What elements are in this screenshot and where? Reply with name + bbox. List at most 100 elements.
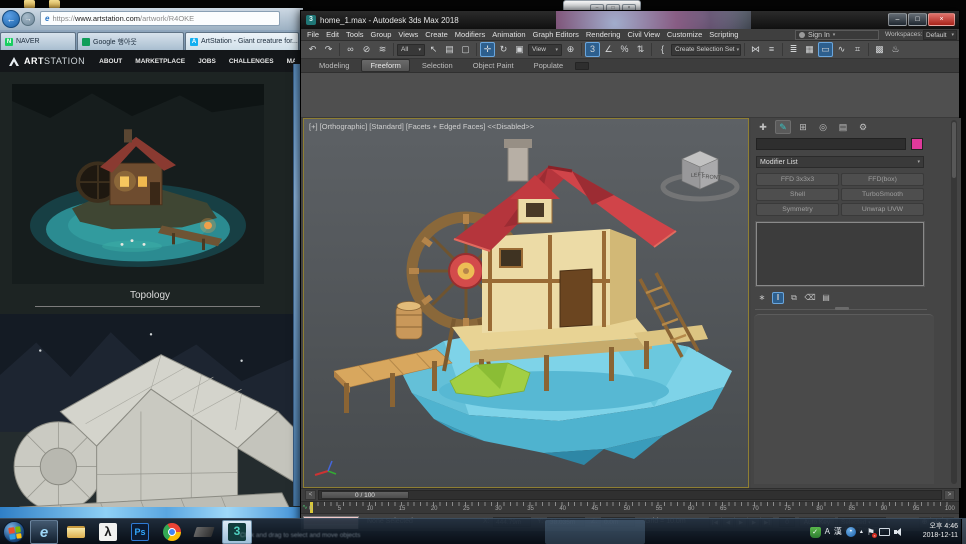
bind-spacewarp-icon[interactable]: ≋ — [375, 42, 390, 57]
menu-item[interactable]: Modifiers — [455, 30, 485, 39]
menu-item[interactable]: Animation — [492, 30, 525, 39]
back-button[interactable]: ← — [2, 10, 20, 28]
next-frame-button[interactable]: > — [944, 490, 955, 500]
menu-item[interactable]: Tools — [346, 30, 364, 39]
modifier-button[interactable]: Unwrap UVW — [841, 203, 924, 216]
modifier-button[interactable]: FFD(box) — [841, 173, 924, 186]
tray-clock[interactable]: 오후 4:46 2018-12-11 — [906, 522, 958, 540]
nav-item[interactable]: ABOUT — [99, 58, 122, 65]
time-slider-handle[interactable]: 0 / 100 — [321, 491, 409, 499]
configure-modifier-sets-icon[interactable]: ▤ — [820, 292, 832, 304]
object-color-swatch[interactable] — [911, 138, 923, 150]
address-bar[interactable]: e https://www.artstation.com/artwork/R4O… — [40, 11, 280, 26]
schematic-view-icon[interactable]: ⌗ — [850, 42, 865, 57]
topology-image[interactable] — [0, 314, 302, 518]
ime-hanja-icon[interactable]: 漢 — [834, 527, 842, 537]
ribbon-tab-freeform[interactable]: Freeform — [361, 59, 409, 72]
signin-button[interactable]: Sign In ▾ — [795, 30, 879, 40]
ime-settings-icon[interactable]: • — [846, 527, 856, 537]
menu-item[interactable]: Edit — [326, 30, 339, 39]
taskbar-ie-button[interactable]: e — [30, 520, 58, 544]
object-name-field[interactable] — [756, 138, 906, 150]
desktop-folder-icon[interactable] — [49, 0, 60, 8]
select-by-name-icon[interactable]: ▤ — [442, 42, 457, 57]
named-selection-sets-icon[interactable]: { — [655, 42, 670, 57]
use-pivot-center-icon[interactable]: ⊕ — [563, 42, 578, 57]
modifier-stack[interactable] — [756, 222, 924, 286]
ribbon-tab-modeling[interactable]: Modeling — [311, 60, 357, 71]
maximize-button[interactable]: □ — [908, 13, 927, 26]
hierarchy-tab-icon[interactable]: ⊞ — [795, 120, 811, 134]
tab-hangouts[interactable]: Google 행아웃 — [77, 32, 184, 50]
menu-item[interactable]: Graph Editors — [533, 30, 579, 39]
select-and-scale-icon[interactable]: ▣ — [512, 42, 527, 57]
select-and-rotate-icon[interactable]: ↻ — [496, 42, 511, 57]
nav-item[interactable]: JOBS — [198, 58, 216, 65]
snaps-toggle-icon[interactable]: 3 — [585, 42, 600, 57]
ribbon-minimize-icon[interactable] — [575, 62, 589, 70]
create-selection-set-field[interactable]: Create Selection Set ▾ — [671, 44, 741, 56]
forward-button[interactable]: → — [21, 12, 35, 26]
ribbon-tab-object-paint[interactable]: Object Paint — [465, 60, 522, 71]
curve-editor-icon[interactable]: ∿ — [834, 42, 849, 57]
reference-coordinate-dropdown[interactable]: View ▾ — [528, 44, 562, 56]
taskbar-chrome-button[interactable] — [158, 520, 186, 544]
ime-english-icon[interactable]: A — [825, 527, 830, 537]
render-setup-icon[interactable]: ▩ — [872, 42, 887, 57]
ribbon-toggle-icon[interactable]: ▭ — [818, 42, 833, 57]
close-button[interactable]: × — [928, 13, 955, 26]
menu-item[interactable]: Group — [371, 30, 392, 39]
selection-region-icon[interactable]: ▢ — [458, 42, 473, 57]
spinner-snap-icon[interactable]: ⇅ — [633, 42, 648, 57]
viewcube[interactable]: LEFT FRONT — [658, 141, 742, 203]
viewport[interactable]: [+] [Orthographic] [Standard] [Facets + … — [303, 118, 749, 488]
time-slider-track[interactable]: 0 / 100 — [318, 490, 942, 500]
panel-scrollbar[interactable] — [951, 120, 957, 484]
redo-icon[interactable]: ↷ — [321, 42, 336, 57]
motion-tab-icon[interactable]: ◎ — [815, 120, 831, 134]
taskbar-zbrush-button[interactable]: λ — [94, 520, 122, 544]
workspaces-dropdown[interactable]: Default ▾ — [923, 30, 957, 40]
tab-artstation[interactable]: A ArtStation - Giant creature for... — [185, 32, 299, 50]
modifier-button[interactable]: Shell — [756, 188, 839, 201]
display-tab-icon[interactable]: ▤ — [835, 120, 851, 134]
modifier-button[interactable]: FFD 3x3x3 — [756, 173, 839, 186]
make-unique-icon[interactable]: ⧉ — [788, 292, 800, 304]
modifier-button[interactable]: Symmetry — [756, 203, 839, 216]
menu-item[interactable]: Views — [398, 30, 418, 39]
panel-grip[interactable] — [835, 307, 849, 310]
link-icon[interactable]: ∞ — [343, 42, 358, 57]
menu-item[interactable]: File — [307, 30, 319, 39]
nav-item[interactable]: MARKETPLACE — [135, 58, 185, 65]
scene-explorer-icon[interactable]: ▦ — [802, 42, 817, 57]
previous-frame-button[interactable]: < — [305, 490, 316, 500]
mirror-icon[interactable]: ⋈ — [748, 42, 763, 57]
remove-modifier-icon[interactable]: ⌫ — [804, 292, 816, 304]
angle-snap-icon[interactable]: ∠ — [601, 42, 616, 57]
show-end-result-icon[interactable]: ‖ — [772, 292, 784, 304]
menu-item[interactable]: Scripting — [709, 30, 738, 39]
create-tab-icon[interactable]: ✚ — [755, 120, 771, 134]
select-object-icon[interactable]: ↖ — [426, 42, 441, 57]
tab-naver[interactable]: N NAVER — [0, 32, 76, 50]
layer-manager-icon[interactable]: ≣ — [786, 42, 801, 57]
ribbon-tab-selection[interactable]: Selection — [414, 60, 461, 71]
tray-expand-icon[interactable]: ▴ — [860, 527, 863, 537]
track-bar[interactable]: ∿ 05101520253035404550556065707580859095… — [301, 501, 959, 513]
antivirus-icon[interactable]: ✓ — [810, 527, 821, 538]
modify-tab-icon[interactable]: ✎ — [775, 120, 791, 134]
artwork-image[interactable] — [12, 84, 264, 284]
display-icon[interactable] — [879, 528, 890, 536]
taskbar-photoshop-button[interactable]: Ps — [126, 520, 154, 544]
utilities-tab-icon[interactable]: ⚙ — [855, 120, 871, 134]
pin-stack-icon[interactable]: ∗ — [756, 292, 768, 304]
show-desktop-button[interactable] — [961, 519, 966, 544]
desktop-folder-icon[interactable] — [24, 0, 35, 8]
align-icon[interactable]: ≡ — [764, 42, 779, 57]
action-center-icon[interactable]: ⚑× — [867, 527, 875, 538]
speaker-icon[interactable] — [894, 527, 904, 537]
taskbar-explorer-button[interactable] — [62, 520, 90, 544]
select-and-move-icon[interactable]: ✛ — [480, 42, 495, 57]
modifier-button[interactable]: TurboSmooth — [841, 188, 924, 201]
selection-filter-dropdown[interactable]: All ▾ — [397, 44, 425, 56]
